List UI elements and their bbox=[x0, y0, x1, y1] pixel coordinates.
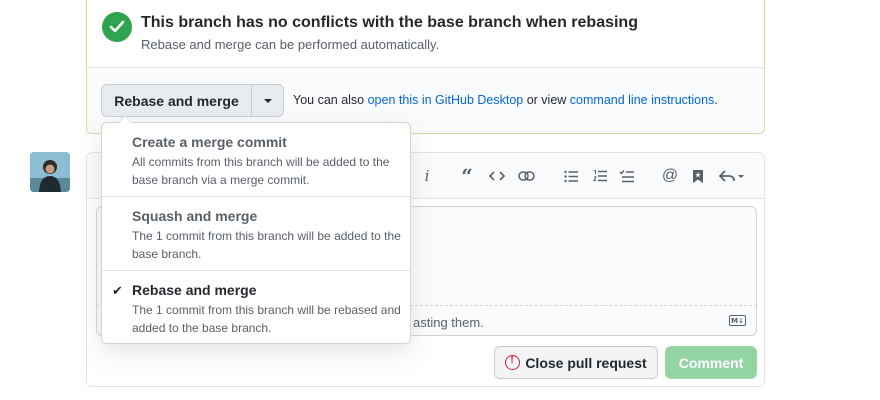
markdown-icon[interactable]: M↓ bbox=[729, 315, 746, 326]
issue-closed-icon bbox=[505, 355, 521, 370]
option-description: All commits from this branch will be add… bbox=[132, 155, 390, 187]
link-icon[interactable] bbox=[516, 166, 536, 186]
chevron-down-icon bbox=[264, 99, 272, 103]
option-description: The 1 commit from this branch will be re… bbox=[132, 303, 401, 335]
merge-status-title: This branch has no conflicts with the ba… bbox=[141, 14, 638, 31]
italic-icon[interactable]: i bbox=[417, 166, 437, 186]
reference-icon[interactable] bbox=[688, 166, 708, 186]
mention-icon[interactable]: @ bbox=[660, 166, 680, 186]
checkmark-icon: ✔ bbox=[112, 283, 123, 298]
merge-status-subtitle: Rebase and merge can be performed automa… bbox=[141, 37, 440, 52]
option-title: Rebase and merge bbox=[132, 282, 257, 298]
merge-option-create-merge-commit[interactable]: Create a merge commit All commits from t… bbox=[102, 123, 410, 197]
check-circle-icon bbox=[102, 12, 132, 42]
avatar[interactable] bbox=[30, 152, 70, 192]
ordered-list-icon[interactable] bbox=[590, 166, 610, 186]
option-title: Squash and merge bbox=[132, 208, 258, 224]
alternative-options-text: You can also open this in GitHub Desktop… bbox=[293, 93, 718, 107]
code-icon[interactable] bbox=[487, 166, 507, 186]
merge-option-squash-and-merge[interactable]: Squash and merge The 1 commit from this … bbox=[102, 197, 410, 271]
merge-method-dropdown-button[interactable] bbox=[251, 84, 284, 117]
option-description: The 1 commit from this branch will be ad… bbox=[132, 229, 401, 261]
merge-box: This branch has no conflicts with the ba… bbox=[86, 0, 765, 134]
rebase-and-merge-button[interactable]: Rebase and merge bbox=[101, 84, 252, 117]
option-title: Create a merge commit bbox=[132, 134, 287, 150]
open-in-github-desktop-link[interactable]: open this in GitHub Desktop bbox=[368, 93, 524, 107]
reply-icon[interactable] bbox=[719, 166, 747, 186]
comment-button[interactable]: Comment bbox=[665, 346, 757, 379]
merge-status: This branch has no conflicts with the ba… bbox=[87, 0, 764, 68]
merge-method-dropdown: Create a merge commit All commits from t… bbox=[101, 115, 411, 345]
command-line-instructions-link[interactable]: command line instructions bbox=[570, 93, 715, 107]
attach-files-hint: asting them. bbox=[413, 315, 484, 330]
merge-option-rebase-and-merge[interactable]: ✔ Rebase and merge The 1 commit from thi… bbox=[102, 271, 410, 345]
close-pull-request-label: Close pull request bbox=[525, 354, 647, 371]
close-pull-request-button[interactable]: Close pull request bbox=[494, 346, 658, 379]
task-list-icon[interactable] bbox=[617, 166, 637, 186]
quote-icon[interactable]: “ bbox=[457, 164, 477, 188]
unordered-list-icon[interactable] bbox=[561, 166, 581, 186]
